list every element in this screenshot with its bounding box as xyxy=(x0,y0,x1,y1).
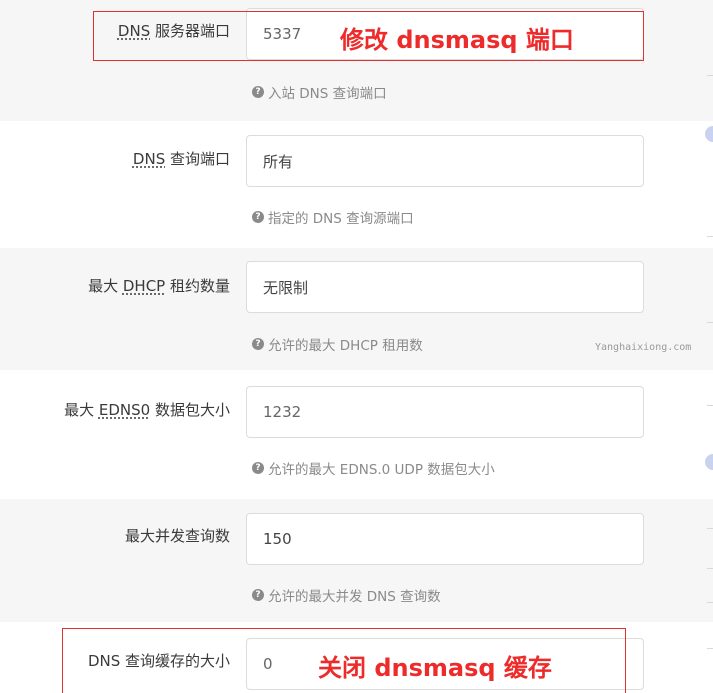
field-label: 最大 EDNS0 数据包大小 xyxy=(64,401,230,419)
edge-divider xyxy=(707,405,713,406)
field-hint: ? 指定的 DNS 查询源端口 xyxy=(252,207,414,227)
annotation-text-port: 修改 dnsmasq 端口 xyxy=(340,26,574,54)
field-hint: ? 允许的最大并发 DNS 查询数 xyxy=(252,585,441,605)
field-row-concurrent: 最大并发查询数 150 ? 允许的最大并发 DNS 查询数 xyxy=(0,499,713,622)
concurrent-queries-input[interactable]: 150 xyxy=(246,513,644,565)
field-hint: ? 允许的最大 EDNS.0 UDP 数据包大小 xyxy=(252,458,495,478)
field-row-query-port: DNS 查询端口 所有 ? 指定的 DNS 查询源端口 xyxy=(0,121,713,248)
field-label: 最大并发查询数 xyxy=(124,527,230,545)
question-circle-icon: ? xyxy=(252,589,264,601)
question-circle-icon: ? xyxy=(252,462,264,474)
edge-divider xyxy=(707,75,713,76)
edge-divider xyxy=(707,528,713,529)
query-port-input[interactable]: 所有 xyxy=(246,135,644,187)
edge-divider xyxy=(707,602,713,603)
edns0-size-input[interactable]: 1232 xyxy=(246,386,644,438)
field-row-edns0: 最大 EDNS0 数据包大小 1232 ? 允许的最大 EDNS.0 UDP 数… xyxy=(0,370,713,499)
edge-divider xyxy=(707,648,713,649)
field-hint: ? 允许的最大 DHCP 租用数 xyxy=(252,334,423,354)
question-circle-icon: ? xyxy=(252,211,264,223)
field-label: DNS 查询端口 xyxy=(132,150,230,168)
edge-divider xyxy=(707,236,713,237)
question-circle-icon: ? xyxy=(252,338,264,350)
edge-divider xyxy=(707,322,713,323)
edge-divider xyxy=(707,568,713,569)
field-hint: ? 入站 DNS 查询端口 xyxy=(252,82,387,102)
annotation-text-cache: 关闭 dnsmasq 缓存 xyxy=(318,654,552,682)
watermark-text: Yanghaixiong.com xyxy=(595,342,692,353)
max-dhcp-input[interactable]: 无限制 xyxy=(246,261,644,313)
question-circle-icon: ? xyxy=(252,86,264,98)
field-label: 最大 DHCP 租约数量 xyxy=(88,277,230,295)
